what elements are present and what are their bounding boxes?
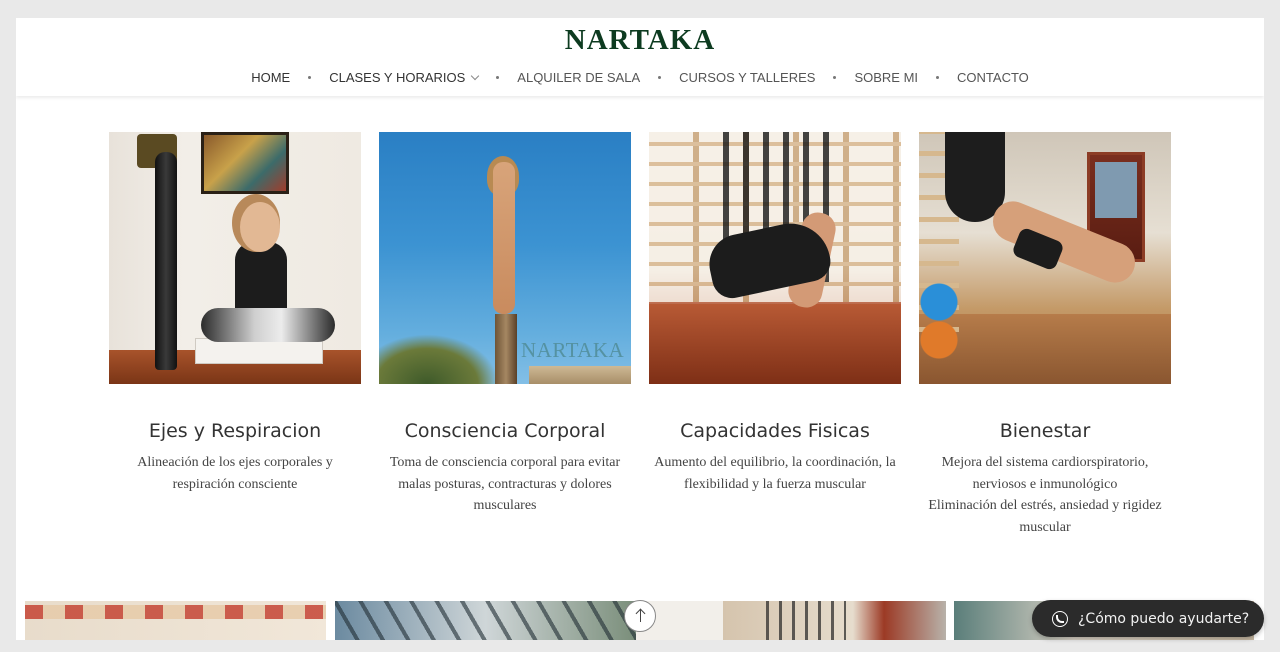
- nav-separator: [308, 76, 312, 79]
- page: NARTAKA HOME CLASES Y HORARIOS ALQUILER …: [16, 18, 1264, 640]
- feature-card-capacidades: Capacidades Fisicas Aumento del equilibr…: [649, 132, 901, 495]
- card-image-tree-pose: NARTAKA: [379, 132, 631, 384]
- nav-separator: [658, 76, 662, 79]
- card-image-aerial-yoga: [649, 132, 901, 384]
- nav-separator: [496, 76, 500, 79]
- nav-contacto[interactable]: CONTACTO: [957, 70, 1029, 85]
- scroll-to-top-button[interactable]: [624, 600, 656, 632]
- wall-painting: [201, 132, 289, 194]
- person-legs: [201, 308, 335, 342]
- card-description-line: Eliminación del estrés, ansiedad y rigid…: [928, 498, 1162, 535]
- gallery-thumb[interactable]: [25, 601, 326, 640]
- gallery-thumb[interactable]: [636, 601, 946, 640]
- arrow-up-icon: [639, 610, 641, 622]
- whatsapp-icon: [1052, 610, 1068, 627]
- statue: [155, 152, 177, 370]
- card-description: Mejora del sistema cardiorspiratorio, ne…: [919, 452, 1171, 538]
- site-header: NARTAKA HOME CLASES Y HORARIOS ALQUILER …: [16, 18, 1264, 96]
- feature-card-consciencia: NARTAKA Consciencia Corporal Toma de con…: [379, 132, 631, 517]
- bushes: [379, 334, 499, 384]
- figure: [493, 162, 515, 314]
- sand: [529, 366, 631, 384]
- card-title: Capacidades Fisicas: [680, 420, 870, 442]
- nav-home[interactable]: HOME: [251, 70, 290, 85]
- chat-label: ¿Cómo puedo ayudarte?: [1078, 610, 1250, 627]
- main-nav: HOME CLASES Y HORARIOS ALQUILER DE SALA …: [16, 70, 1264, 85]
- feature-card-ejes: Ejes y Respiracion Alineación de los eje…: [109, 132, 361, 495]
- nav-clases-y-horarios[interactable]: CLASES Y HORARIOS: [329, 70, 480, 85]
- card-title: Ejes y Respiracion: [148, 420, 322, 442]
- person-body: [235, 242, 287, 318]
- card-image-meditation: [109, 132, 361, 384]
- floor: [649, 304, 901, 384]
- gallery-thumb[interactable]: [335, 601, 636, 640]
- card-image-inversion: [919, 132, 1171, 384]
- nav-clases-label: CLASES Y HORARIOS: [329, 70, 466, 85]
- card-title: Bienestar: [999, 420, 1091, 442]
- card-description: Toma de consciencia corporal para evitar…: [389, 455, 621, 513]
- site-logo[interactable]: NARTAKA: [16, 24, 1264, 57]
- nav-cursos-y-talleres[interactable]: CURSOS Y TALLERES: [679, 70, 815, 85]
- nav-separator: [936, 76, 940, 79]
- whatsapp-chat-button[interactable]: ¿Cómo puedo ayudarte?: [1032, 600, 1264, 637]
- chevron-down-icon: [471, 71, 480, 81]
- window: [1095, 162, 1137, 218]
- person-head: [240, 202, 280, 252]
- image-watermark: NARTAKA: [521, 338, 625, 362]
- feature-card-bienestar: Bienestar Mejora del sistema cardiorspir…: [919, 132, 1171, 538]
- card-description-line: Mejora del sistema cardiorspiratorio, ne…: [941, 455, 1149, 492]
- card-title: Consciencia Corporal: [404, 420, 606, 442]
- nav-sobre-mi[interactable]: SOBRE MI: [854, 70, 918, 85]
- card-description: Aumento del equilibrio, la coordinación,…: [654, 455, 896, 492]
- exercise-balls: [919, 282, 965, 362]
- nav-alquiler-de-sala[interactable]: ALQUILER DE SALA: [517, 70, 640, 85]
- nav-separator: [833, 76, 837, 79]
- card-description: Alineación de los ejes corporales y resp…: [137, 455, 333, 492]
- wooden-post: [495, 314, 517, 384]
